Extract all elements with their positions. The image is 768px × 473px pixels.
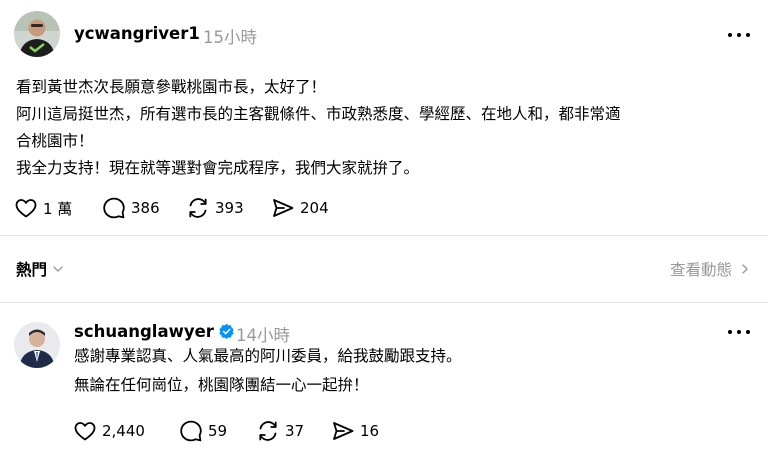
repost-button[interactable]: 37 — [256, 417, 304, 445]
like-button[interactable]: 2,440 — [73, 417, 145, 445]
post-text-line: 我全力支持！現在就等選對會完成程序，我們大家就拚了。 — [16, 159, 420, 177]
share-icon — [333, 422, 354, 440]
post-text-line: 阿川這局挺世杰，所有選市長的主客觀條件、市政熟悉度、學經歷、在地人和，都非常適 — [16, 105, 621, 123]
avatar-image — [14, 11, 60, 57]
more-icon[interactable] — [725, 25, 753, 45]
like-button[interactable]: 1 萬 — [14, 194, 72, 222]
divider — [0, 302, 768, 303]
username[interactable]: ycwangriver1 — [74, 24, 200, 43]
reply-text-line: 無論在任何崗位，桃園隊團結一心一起拚！ — [74, 376, 369, 394]
comment-icon — [180, 420, 202, 442]
view-activity-link[interactable]: 查看動態 — [670, 258, 752, 280]
share-button[interactable]: 16 — [331, 417, 379, 445]
share-button[interactable]: 204 — [271, 194, 329, 222]
avatar-image — [14, 322, 60, 368]
avatar[interactable] — [14, 322, 60, 368]
post-text-line: 合桃園市！ — [16, 132, 94, 150]
repost-button[interactable]: 393 — [186, 194, 244, 222]
comment-count: 386 — [131, 199, 160, 217]
comment-icon — [103, 197, 125, 219]
username[interactable]: schuanglawyer — [74, 322, 235, 341]
chevron-right-icon — [742, 264, 748, 274]
more-icon[interactable] — [725, 322, 753, 342]
share-count: 16 — [360, 422, 380, 440]
comment-button[interactable]: 59 — [179, 417, 227, 445]
chevron-down-icon — [53, 266, 63, 272]
heart-icon — [74, 422, 96, 441]
username-text: schuanglawyer — [74, 322, 214, 341]
repost-count: 37 — [285, 422, 305, 440]
like-count: 2,440 — [102, 422, 145, 440]
comment-count: 59 — [208, 422, 228, 440]
repost-icon — [259, 421, 277, 441]
comment-button[interactable]: 386 — [102, 194, 160, 222]
post-time[interactable]: 15小時 — [203, 24, 257, 48]
verified-badge-icon — [219, 323, 234, 339]
divider — [0, 235, 768, 236]
like-count: 1 萬 — [43, 199, 73, 218]
share-count: 204 — [300, 199, 329, 217]
share-icon — [273, 199, 294, 217]
avatar[interactable] — [14, 11, 60, 57]
sort-dropdown[interactable]: 熱門 — [16, 258, 65, 280]
sort-label: 熱門 — [16, 261, 48, 279]
repost-count: 393 — [215, 199, 244, 217]
heart-icon — [15, 199, 37, 218]
reply-text-line: 感謝專業認真、人氣最高的阿川委員，給我鼓勵跟支持。 — [74, 347, 462, 365]
view-activity-label: 查看動態 — [669, 261, 732, 279]
post-text-line: 看到黃世杰次長願意參戰桃園市長，太好了！ — [16, 78, 327, 96]
repost-icon — [189, 198, 207, 218]
